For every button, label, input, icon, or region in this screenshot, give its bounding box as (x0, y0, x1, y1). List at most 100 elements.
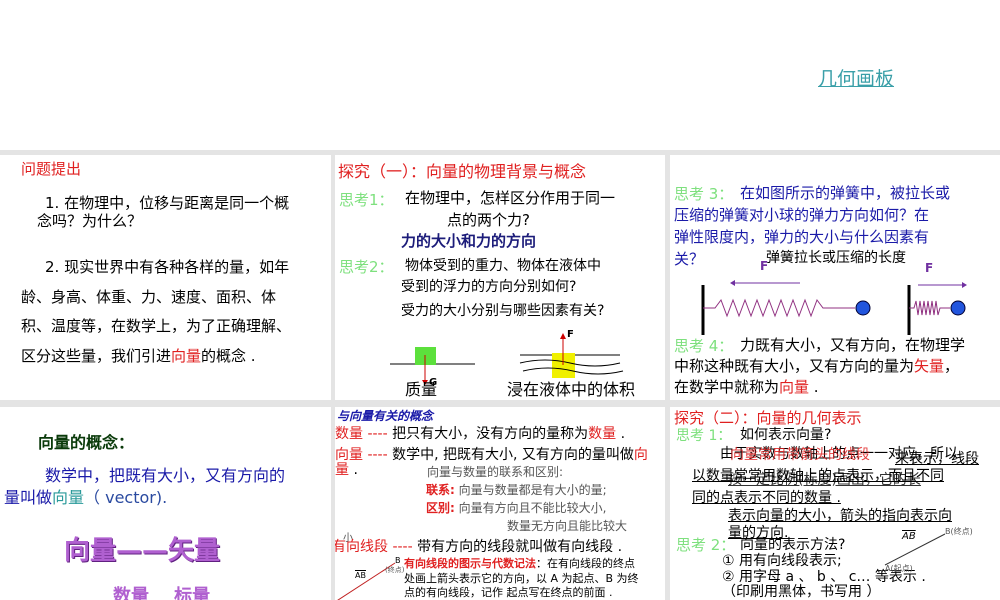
text: 压缩的弹簧对小球的弹力方向如何？在 (674, 206, 930, 224)
text: 念吗？为什么？ (37, 212, 143, 230)
point-label: B (395, 556, 401, 565)
text: 在数学中就称为 (674, 378, 780, 396)
text: 的概念 . (201, 347, 256, 365)
text: 在数学中就称为向量 . (674, 379, 819, 396)
slide-explore-1[interactable]: 探究（一）：向量的物理背景与概念 思考1： 在物理中，怎样区分作用于同一 点的两… (335, 155, 665, 400)
text: 区分这些量，我们引进 (21, 347, 172, 365)
slide-grid: 问题提出 1. 在物理中，位移与距离是同一个概 念吗？为什么？ 2. 现实世界中… (0, 150, 1000, 600)
highlight: 向量 (52, 488, 85, 507)
text: 联系: 向量与数量都是有大小的量; (426, 483, 607, 497)
text: 物体受到的重力、物体在液体中 (405, 258, 601, 274)
slide-explore-2[interactable]: 探究（二）：向量的几何表示 思考 1： 如何表示向量? 由于实数与数轴上的点一一… (670, 407, 1000, 600)
text: 向量与数量都是有大小的量; (458, 483, 607, 497)
wordart-title: 向量——矢量 (64, 536, 221, 566)
caption: 浸在液体中的体积 (507, 380, 636, 399)
term: 向量 ---- (335, 447, 388, 463)
text: 点的有向线段，记作 起点写在终点的前面 . (404, 586, 613, 599)
label: 思考2： (339, 258, 394, 276)
label: 思考 3： (674, 185, 734, 203)
text: 2. 现实世界中有各种各样的量，如年 (45, 258, 290, 276)
term: 有向线段的图示与代数记法 (404, 557, 536, 570)
slide-title: 探究（二）：向量的几何表示 (674, 409, 862, 427)
vector-label: AB (902, 531, 916, 542)
slide-related-concepts[interactable]: 与向量有关的概念 数量 ---- 把只有大小，没有方向的量称为数量 . 向量 -… (335, 407, 665, 600)
term: 有向线段 ---- (335, 539, 413, 555)
point-label: A(起点) (885, 564, 913, 573)
label: 思考 4： (674, 337, 734, 355)
text: 带有方向的线段就叫做有向线段 . (412, 539, 623, 555)
text: 中称这种既有大小，又有方向的量为矢量， (674, 358, 959, 375)
text: 区别: 向量有方向且不能比较大小, (426, 501, 607, 515)
caption: 质量 (405, 380, 438, 399)
slide-title: 与向量有关的概念 (337, 409, 434, 423)
slide-vector-concept[interactable]: 向量的概念： 数学中，把既有大小，又有方向的 量叫做向量（ vector). 向… (0, 407, 331, 600)
text: 量 . (335, 462, 358, 478)
geometry-sketchpad-link[interactable]: 几何画板 (818, 64, 894, 91)
highlight: 矢量 (914, 357, 945, 375)
slide-title: 探究（一）：向量的物理背景与概念 (338, 162, 587, 181)
text: 按一定比例(标度)画出，它的长 (728, 472, 921, 488)
wordart-subtitle: 数量 标量 (113, 586, 211, 600)
text: 来表示，线段 (895, 451, 979, 467)
top-area: 几何画板 (0, 0, 1000, 150)
text: ① 用有向线段表示; (722, 553, 842, 569)
text: ， (944, 357, 960, 375)
term: 区别: (426, 501, 455, 515)
text: 向量与数量的联系和区别: (427, 465, 564, 479)
text: 把只有大小，没有方向的量称为 (387, 426, 589, 442)
text: 向量的表示方法? (740, 537, 846, 553)
text: 数学中, 把既有大小, 又有方向的量叫做 (387, 447, 634, 463)
force-label: F (760, 259, 769, 273)
text: 同的点表示不同的数量 . (692, 490, 841, 506)
slide-title: 向量的概念： (38, 433, 135, 452)
text: 受力的大小分别与哪些因素有关? (401, 303, 605, 319)
text: （印刷用黑体，书写用 ） (722, 584, 881, 600)
highlight: 数量 (588, 426, 617, 442)
text: 在物理中，怎样区分作用于同一 (405, 189, 616, 207)
label: 思考 1： (676, 428, 732, 444)
highlight: 向量 (171, 347, 202, 365)
label: 思考 2： (676, 536, 736, 554)
text: 数学中，把既有大小，又有方向的 (45, 466, 286, 485)
text: 受到的浮力的方向分别如何? (401, 279, 577, 295)
text: 点的两个力? (447, 211, 530, 229)
text: 数量 ---- 把只有大小，没有方向的量称为数量 . (335, 426, 626, 442)
text: 弹性限度内，弹力的大小与什么因素有 (674, 228, 930, 246)
text: ：在有向线段的终点 (536, 557, 635, 570)
text: 量叫做 (4, 488, 53, 507)
spring-diagram (701, 280, 967, 335)
text: . (616, 426, 626, 442)
answer: 力的大小和力的方向 (401, 232, 537, 250)
force-label: F (925, 261, 934, 275)
label: 思考1： (339, 191, 394, 209)
text-highlight: 向量常用带箭头的线段 (730, 447, 870, 463)
text: 表示向量的大小，箭头的指向表示向 (728, 508, 952, 524)
slide-title: 问题提出 (21, 160, 82, 178)
text: . (349, 462, 358, 478)
text: 在如图所示的弹簧中，被拉长或 (740, 184, 951, 202)
highlight: 向 (633, 447, 648, 463)
point-label: B(终点) (945, 527, 973, 536)
text: 量叫做向量（ vector). (4, 489, 167, 507)
text: 如何表示向量? (740, 427, 832, 443)
slide-question[interactable]: 问题提出 1. 在物理中，位移与距离是同一个概 念吗？为什么？ 2. 现实世界中… (0, 155, 331, 400)
text: 龄、身高、体重、力、速度、面积、体 (21, 288, 277, 306)
text: 区分这些量，我们引进向量的概念 . (21, 348, 256, 365)
label-f: F (567, 329, 574, 340)
text: 有向线段的图示与代数记法：在有向线段的终点 (404, 557, 635, 570)
vector-label: AB (355, 571, 366, 580)
text: . (809, 378, 819, 396)
text: 有向线段 ---- 带有方向的线段就叫做有向线段 . (335, 539, 623, 555)
term: 数量 ---- (335, 426, 388, 442)
term: 联系: (426, 483, 455, 497)
point-label: (终点) (385, 566, 405, 574)
text: 数量无方向且能比较大 (507, 519, 628, 533)
text: 向量 ---- 数学中, 把既有大小, 又有方向的量叫做向 (335, 447, 648, 463)
text: （ vector). (84, 488, 168, 507)
text: 向量有方向且不能比较大小, (458, 501, 607, 515)
highlight: 量 (335, 462, 349, 478)
slide-spring[interactable]: 思考 3： 在如图所示的弹簧中，被拉长或 压缩的弹簧对小球的弹力方向如何？在 弹… (670, 155, 1000, 400)
highlight: 向量 (779, 378, 810, 396)
text: 中称这种既有大小，又有方向的量为 (674, 357, 915, 375)
text: 积、温度等，在数学上，为了正确理解、 (21, 317, 292, 335)
